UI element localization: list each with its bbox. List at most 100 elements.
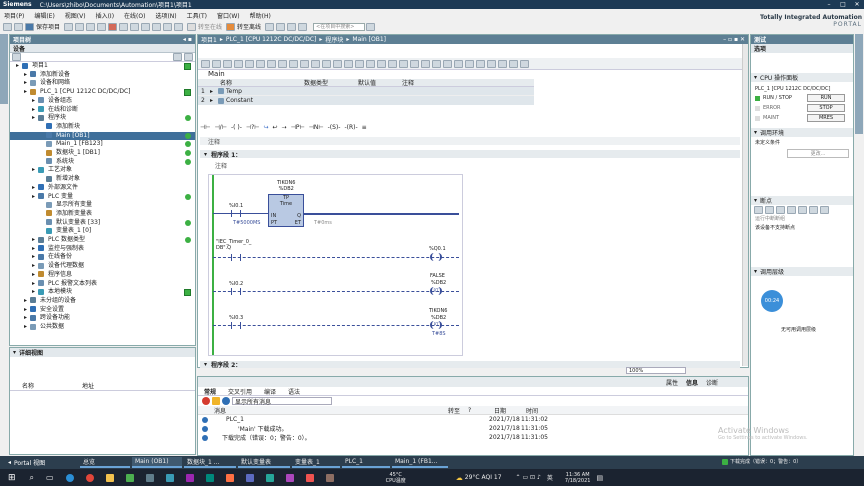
minimize-icon[interactable]: – <box>822 1 836 8</box>
devices-tab[interactable]: 设备 <box>10 44 195 53</box>
notification-icon[interactable]: ▤ <box>596 474 603 482</box>
tree-item[interactable]: ▸ 安全设置 <box>10 306 195 314</box>
copy-icon[interactable] <box>86 22 96 31</box>
tree-item[interactable]: ▸ 本地模块 <box>10 288 195 297</box>
editor-tool-icon-17[interactable] <box>377 59 386 68</box>
tia-portal-icon[interactable] <box>165 473 174 482</box>
editor-tool-icon-10[interactable] <box>300 59 309 68</box>
tp-timer-block[interactable]: TP Time IN Q PT ET <box>268 194 304 227</box>
right-vertical-tabs[interactable] <box>855 34 863 134</box>
tree-view-icon[interactable] <box>12 53 21 61</box>
menu-window[interactable]: 窗口(W) <box>217 11 240 20</box>
call-hierarchy-header[interactable]: ▾ 调用层级 <box>751 267 853 276</box>
app-icon-3[interactable] <box>185 473 194 482</box>
breadcrumb-main[interactable]: Main [OB1] <box>352 36 386 43</box>
interface-row[interactable]: 1 ▸ Temp <box>198 87 534 96</box>
explorer-icon[interactable] <box>105 473 114 482</box>
editor-tool-icon-29[interactable] <box>509 59 518 68</box>
search-icon[interactable] <box>366 22 376 31</box>
tree-overview-icon[interactable] <box>173 53 182 61</box>
tree-item[interactable]: Main_1 [FB123] <box>10 140 195 148</box>
tree-item[interactable]: ▸ 设备组态 <box>10 97 195 105</box>
edge-icon[interactable] <box>65 473 74 482</box>
editor-tool-icon-14[interactable] <box>344 59 353 68</box>
simulate-icon[interactable] <box>174 22 184 31</box>
upload-icon[interactable] <box>163 22 173 31</box>
tree-item[interactable]: ▸ 监控与强制表 <box>10 245 195 253</box>
tree-item[interactable]: ▸ 公共数据 <box>10 323 195 331</box>
message-row[interactable]: 'Main' 下载成功。 2021/7/18 11:31:05 <box>198 424 748 433</box>
cut-icon[interactable] <box>75 22 85 31</box>
editor-tool-icon-6[interactable] <box>256 59 265 68</box>
info-icon[interactable] <box>222 397 230 405</box>
editor-tool-icon-26[interactable] <box>476 59 485 68</box>
app-icon-4[interactable] <box>205 473 214 482</box>
move-icon[interactable]: ⇢ <box>282 124 287 131</box>
compile-icon[interactable] <box>141 22 151 31</box>
bp-icon-4[interactable] <box>787 205 796 214</box>
tree-item[interactable]: 显示所有变量 <box>10 201 195 209</box>
tab-compile[interactable]: 编译 <box>264 387 276 396</box>
editor-tool-icon-12[interactable] <box>322 59 331 68</box>
go-online-button[interactable]: 转至在线 <box>187 22 222 31</box>
pt-coil[interactable]: PT <box>430 321 442 329</box>
tree-item[interactable]: 数据块_1 [DB1] <box>10 149 195 157</box>
run-button[interactable]: RUN <box>807 94 845 102</box>
breadcrumb-project[interactable]: 项目1 <box>201 35 217 44</box>
editor-tool-icon-9[interactable] <box>289 59 298 68</box>
more-icon[interactable]: ≡ <box>362 124 367 131</box>
rt-coil[interactable]: RT <box>430 287 442 295</box>
tree-item[interactable]: ▸ 程序块 <box>10 114 195 122</box>
editor-tool-icon-5[interactable] <box>245 59 254 68</box>
branch-close-icon[interactable]: ↩ <box>273 124 278 131</box>
editor-tool-icon-20[interactable] <box>410 59 419 68</box>
bp-icon-1[interactable] <box>754 205 763 214</box>
task-main1[interactable]: Main_1 (FB1... <box>392 457 448 468</box>
editor-tool-icon-22[interactable] <box>432 59 441 68</box>
paste-icon[interactable] <box>97 22 107 31</box>
editor-tool-icon-13[interactable] <box>333 59 342 68</box>
app-icon-9[interactable] <box>305 473 314 482</box>
tree-item[interactable]: 添加新块 <box>10 123 195 131</box>
editor-tool-icon-3[interactable] <box>223 59 232 68</box>
message-row[interactable]: PLC_1 2021/7/18 11:31:02 <box>198 415 748 424</box>
editor-tool-icon-4[interactable] <box>234 59 243 68</box>
app-icon-6[interactable] <box>245 473 254 482</box>
tree-item[interactable]: 默认变量表 [33] <box>10 219 195 227</box>
tree-item[interactable]: ▸ 添加新设备 <box>10 71 195 79</box>
tab-diagnostics[interactable]: 诊断 <box>706 378 718 387</box>
pos-edge-icon[interactable]: ⊣P⊢ <box>291 124 305 131</box>
editor-tool-icon-8[interactable] <box>278 59 287 68</box>
contact-nc-icon[interactable]: ⊣/⊢ <box>214 124 226 131</box>
accessible-devices-icon[interactable] <box>265 22 275 31</box>
task-tag-table-1[interactable]: 变量表_1 <box>292 457 340 468</box>
editor-tool-icon-19[interactable] <box>399 59 408 68</box>
editor-tool-icon-28[interactable] <box>498 59 507 68</box>
stop-button[interactable]: STOP <box>807 104 845 112</box>
tree-item[interactable]: ▸ 工艺对象 <box>10 166 195 174</box>
neg-edge-icon[interactable]: ⊣N⊢ <box>309 124 324 131</box>
app-icon-5[interactable] <box>225 473 234 482</box>
bp-icon-5[interactable] <box>798 205 807 214</box>
coil-icon[interactable]: -( )- <box>231 124 242 131</box>
new-project-icon[interactable] <box>3 22 12 31</box>
tree-item[interactable]: ▸ 跨设备功能 <box>10 314 195 322</box>
mres-button[interactable]: MRES <box>807 114 845 122</box>
tab-properties[interactable]: 属性 <box>666 378 678 387</box>
windows-start-icon[interactable]: ⊞ <box>8 473 16 483</box>
interface-row[interactable]: 2 ▸ Constant <box>198 96 534 105</box>
tree-item[interactable]: ▸ PLC 变量 <box>10 193 195 201</box>
undo-icon[interactable] <box>119 22 129 31</box>
call-env-header[interactable]: ▾ 调用环境 <box>751 128 853 137</box>
close-icon[interactable]: ✕ <box>850 1 864 8</box>
task-overview[interactable]: 总览 <box>80 457 130 468</box>
tree-item[interactable]: ▸ PLC 报警文本列表 <box>10 280 195 288</box>
editor-tool-icon-15[interactable] <box>355 59 364 68</box>
chrome-icon[interactable] <box>85 473 94 482</box>
save-button[interactable]: 保存项目 <box>25 22 60 31</box>
app-icon-10[interactable] <box>325 473 334 482</box>
reset-icon[interactable]: -(R)- <box>344 124 357 131</box>
tree-item[interactable]: ▸ PLC 数据类型 <box>10 236 195 244</box>
editor-tool-icon-1[interactable] <box>201 59 210 68</box>
tray-icons[interactable]: ⌃ ▭ ⊡ ♪ <box>516 474 541 481</box>
